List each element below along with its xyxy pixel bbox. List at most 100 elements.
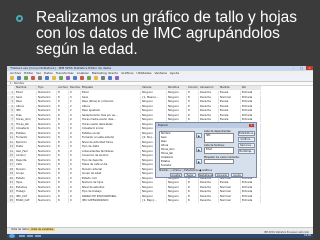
table-cell[interactable]: 0 [69,190,81,194]
table-cell[interactable]: Derecha [199,100,219,104]
table-cell[interactable]: 8 [57,118,69,122]
table-cell[interactable]: Dieta [15,145,37,149]
table-cell[interactable]: 0 [69,91,81,95]
table-cell[interactable]: 0 [69,95,81,100]
table-cell[interactable]: Estudios [15,185,37,190]
table-cell[interactable]: 8 [57,109,69,113]
dialog-close-icon[interactable]: × [249,124,254,127]
table-cell[interactable]: Derecha [199,91,219,95]
table-cell[interactable]: Entrada [241,100,261,104]
toolbar-button-icon[interactable] [38,76,42,80]
table-cell[interactable]: 8 [57,127,69,131]
table-cell[interactable]: 8 [57,145,69,149]
table-cell[interactable]: Entrada [241,194,261,199]
table-cell[interactable]: 2 [69,100,81,104]
table-cell[interactable]: 8 [187,100,199,104]
toolbar-button-icon[interactable] [73,76,77,80]
table-cell[interactable]: Horas_dom [15,118,37,122]
table-cell[interactable]: Ninguno [141,113,167,118]
move-case-label-arrow-icon[interactable]: ▶ [196,159,202,164]
table-cell[interactable]: 8 [57,136,69,140]
table-cell[interactable]: Fumador [15,136,37,140]
table-cell[interactable]: 0 [69,194,81,199]
factor-list-box[interactable]: Edad [204,147,234,154]
toolbar-button-icon[interactable] [59,76,63,80]
table-cell[interactable]: Dias [15,113,37,118]
table-cell[interactable]: Fumador en este estudio [81,136,141,140]
options-button[interactable]: Opciones... [238,143,255,148]
table-cell[interactable]: 8 [57,167,69,172]
table-cell[interactable]: 8 [187,113,199,118]
table-cell[interactable]: RANGO DE IMC/CORPORAL [81,194,141,199]
table-cell[interactable]: Ejercicio [15,140,37,145]
table-cell[interactable]: Ninguno [167,100,187,104]
table-cell[interactable]: 8 [57,181,69,185]
table-cell[interactable]: 0 [69,118,81,122]
table-cell[interactable]: Tension [15,167,37,172]
table-cell[interactable]: 8 [57,176,69,181]
table-cell[interactable]: 0 [69,154,81,158]
table-cell[interactable]: Numérico [37,194,57,199]
table-cell[interactable]: 8 [187,190,199,194]
table-cell[interactable]: Derecha [199,104,219,109]
table-cell[interactable]: Ninguno [141,190,167,194]
table-cell[interactable]: 8 [57,158,69,163]
table-cell[interactable]: Peso ajustado [81,109,141,113]
table-row[interactable]: 6 Dias Numérico 8 0 Sedentarismo días por se.… [7,113,313,118]
table-cell[interactable]: Derecha [199,194,219,199]
table-cell[interactable]: Ninguno [167,199,187,203]
table-cell[interactable]: Tipo de deporte [81,158,141,163]
toolbar-button-icon[interactable] [66,76,70,80]
table-cell[interactable]: Entrada [241,109,261,113]
table-row[interactable]: 23 Trabajo Numérico 8 0 Tipo de trabajo Ningun… [7,190,313,194]
table-cell[interactable]: 0 [69,145,81,149]
toolbar-button-icon[interactable] [94,76,98,80]
table-cell[interactable]: 8 [57,140,69,145]
table-cell[interactable]: Entrada [241,190,261,194]
move-dependent-arrow-icon[interactable]: ▶ [196,133,202,138]
table-cell[interactable]: Entrada [241,113,261,118]
table-cell[interactable]: 0 [69,181,81,185]
table-cell[interactable]: Ninguno [167,91,187,95]
table-cell[interactable]: Nominal [219,95,241,100]
table-cell[interactable]: Tazas de café al día [81,163,141,167]
table-cell[interactable]: 8 [57,149,69,154]
table-cell[interactable]: 0 [69,122,81,127]
table-cell[interactable]: Altura [81,104,141,109]
bootstrap-button[interactable]: Bootstrap... [238,149,255,154]
taskbar-app-icon[interactable] [35,235,41,237]
table-cell[interactable]: 8 [57,95,69,100]
table-cell[interactable]: Escala [219,91,241,95]
statistics-button[interactable]: Estadísticos... [238,131,256,136]
table-cell[interactable]: Edad [81,91,141,95]
table-cell[interactable]: Deporte [15,158,37,163]
table-cell[interactable]: 8 [57,113,69,118]
table-cell[interactable]: Entrada [241,185,261,190]
table-cell[interactable]: Numérico [37,104,57,109]
table-cell[interactable]: 0 [69,149,81,154]
reset-button[interactable]: Restablecer [198,173,213,177]
table-cell[interactable]: Nivel de actividad física [81,140,141,145]
table-cell[interactable]: Numérico [37,158,57,163]
table-cell[interactable]: Ninguno [167,95,187,100]
close-icon[interactable]: × [306,66,313,70]
taskbar-app-icon[interactable] [19,235,25,237]
toolbar-button-icon[interactable] [24,76,28,80]
start-button-icon[interactable] [9,234,15,238]
table-cell[interactable]: Estado civil [81,176,141,181]
table-cell[interactable]: Derecha [199,181,219,185]
table-cell[interactable]: Numérico [37,163,57,167]
table-cell[interactable]: Ninguno [167,194,187,199]
table-cell[interactable]: Escala [219,109,241,113]
table-cell[interactable]: Edad [15,91,37,95]
source-variable-list[interactable]: Nombre Sexo Peso Altura Horas_dom Horas_lab Co… [159,131,195,169]
table-cell[interactable]: Entrada [241,181,261,185]
table-row[interactable]: 22 Estudios Numérico 8 0 Nivel de estudios Nin… [7,185,313,190]
table-cell[interactable]: Tensión arterial [81,167,141,172]
taskbar-app-icon[interactable] [27,235,33,237]
table-cell[interactable]: Derecha [199,109,219,113]
table-cell[interactable]: 8 [57,163,69,167]
table-cell[interactable]: 8 [57,131,69,136]
table-cell[interactable]: 2 [69,109,81,113]
table-row[interactable]: 21 Hijos Numérico 8 0 Número de hijos Ninguno N… [7,181,313,185]
